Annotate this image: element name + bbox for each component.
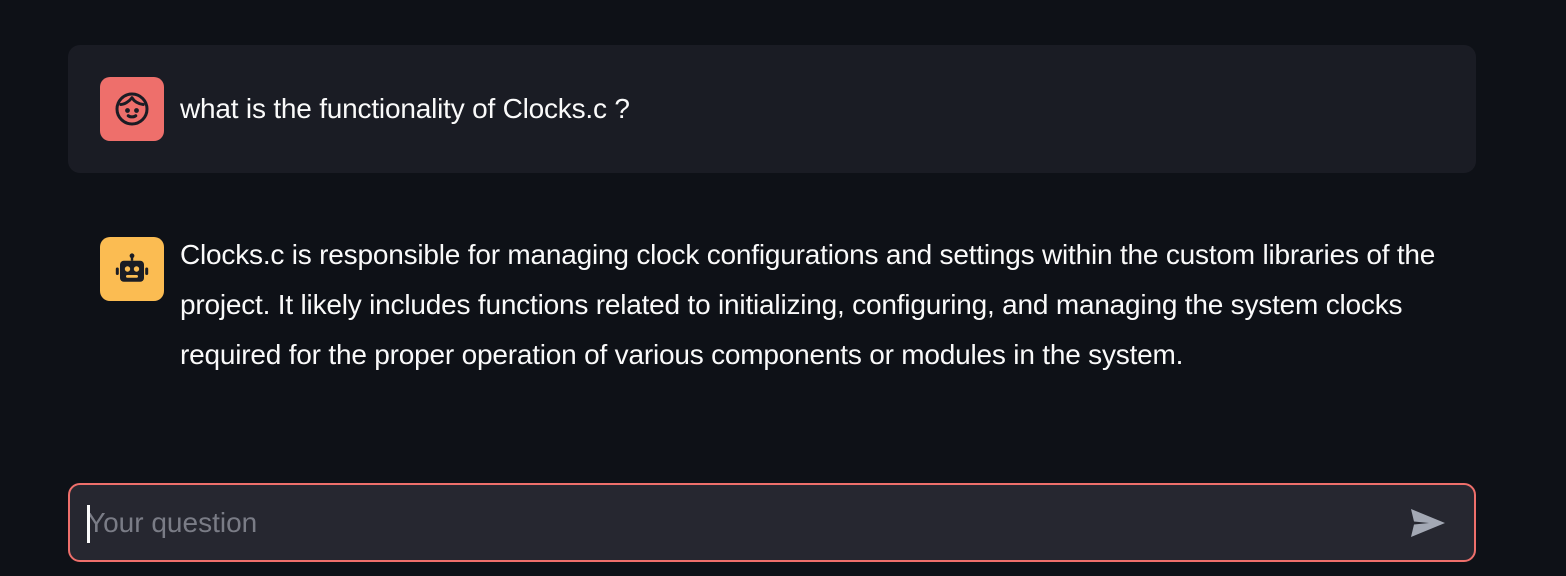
assistant-message: Clocks.c is responsible for managing clo… <box>68 205 1476 412</box>
send-icon <box>1411 508 1445 537</box>
chat-input-container[interactable] <box>68 483 1476 562</box>
send-button[interactable] <box>1398 493 1458 553</box>
assistant-avatar <box>100 237 164 301</box>
robot-icon <box>115 253 149 282</box>
chat-page: what is the functionality of Clocks.c ? … <box>0 0 1566 576</box>
user-message-text: what is the functionality of Clocks.c ? <box>180 93 630 124</box>
assistant-message-text: Clocks.c is responsible for managing clo… <box>180 239 1436 370</box>
face-icon <box>115 92 149 126</box>
user-message: what is the functionality of Clocks.c ? <box>68 45 1476 173</box>
user-avatar <box>100 77 164 141</box>
chat-input[interactable] <box>70 484 1398 561</box>
text-cursor <box>87 505 90 543</box>
